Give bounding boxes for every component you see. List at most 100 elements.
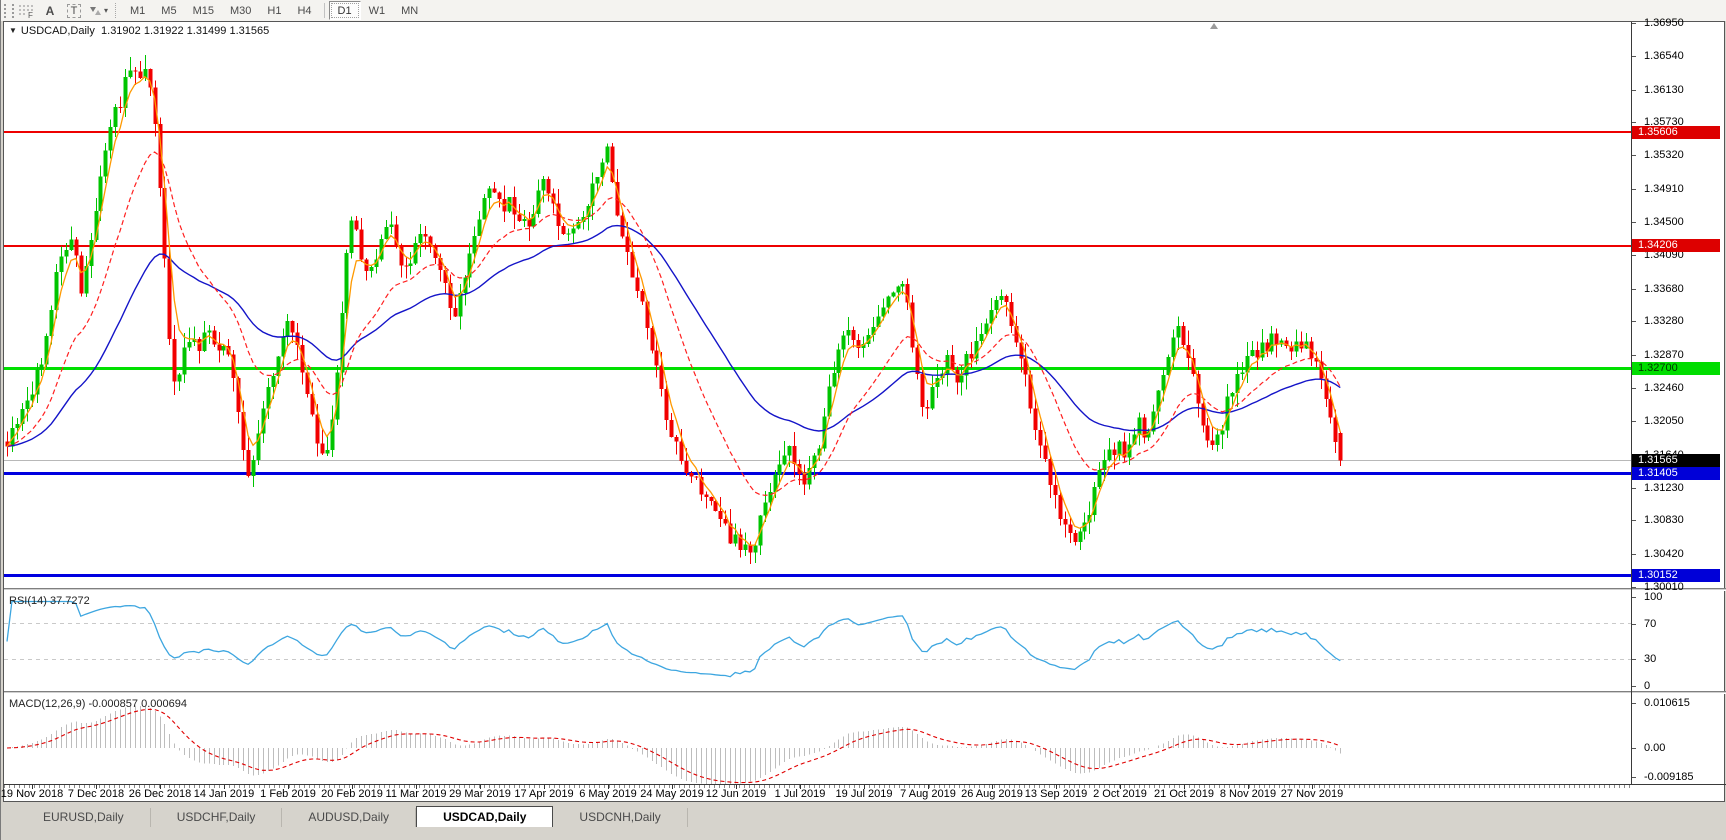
price-tick-mark bbox=[1632, 56, 1636, 58]
price-tick-label: 1.34500 bbox=[1644, 216, 1684, 229]
candle-body bbox=[605, 146, 610, 163]
chevron-down-icon: ▾ bbox=[103, 6, 108, 15]
price-tick-mark bbox=[1632, 155, 1636, 157]
candle-body bbox=[118, 106, 123, 108]
candle-body bbox=[458, 293, 463, 317]
price-tick-mark bbox=[1632, 587, 1636, 588]
candle-body bbox=[1117, 441, 1122, 456]
candle-body bbox=[787, 446, 792, 456]
fibonacci-icon[interactable]: F bbox=[15, 2, 37, 19]
candle-body bbox=[571, 228, 576, 234]
timeframe-h4[interactable]: H4 bbox=[289, 2, 319, 19]
label-icon[interactable]: T bbox=[63, 2, 85, 19]
rsi-tick-label: 70 bbox=[1644, 617, 1657, 630]
arrows-icon[interactable]: ▾ bbox=[87, 2, 109, 19]
candle-body bbox=[1181, 326, 1186, 345]
candle-body bbox=[325, 449, 330, 454]
macd-pane[interactable] bbox=[4, 694, 1631, 785]
macd-tick-mark bbox=[1632, 703, 1636, 704]
candle-body bbox=[1176, 326, 1181, 338]
candle-body bbox=[546, 178, 551, 194]
candle-body bbox=[566, 233, 571, 235]
price-tick-label: 1.30830 bbox=[1644, 514, 1684, 527]
candle-body bbox=[1269, 333, 1274, 352]
candle-body bbox=[177, 374, 182, 382]
pane-divider-rsi[interactable] bbox=[4, 588, 1726, 591]
chart-ohlc: 1.31902 1.31922 1.31499 1.31565 bbox=[101, 25, 270, 37]
candle-body bbox=[59, 256, 64, 272]
candle-body bbox=[74, 239, 79, 256]
timeframe-m15[interactable]: M15 bbox=[185, 2, 222, 19]
date-tick-label: 8 Nov 2019 bbox=[1219, 788, 1277, 800]
candle-body bbox=[1230, 393, 1235, 397]
price-tick-mark bbox=[1632, 23, 1636, 24]
timeframe-m5[interactable]: M5 bbox=[153, 2, 184, 19]
candle-body bbox=[846, 329, 851, 336]
date-tick-label: 1 Jul 2019 bbox=[774, 788, 826, 800]
rsi-pane[interactable] bbox=[4, 591, 1631, 691]
date-tick-label: 19 Nov 2018 bbox=[0, 788, 64, 800]
candle-body bbox=[704, 494, 709, 498]
price-tick-mark bbox=[1632, 321, 1636, 323]
price-tick-mark bbox=[1632, 387, 1636, 389]
price-tick-mark bbox=[1632, 255, 1636, 257]
toolbar-grip[interactable] bbox=[4, 3, 14, 18]
candle-body bbox=[1215, 434, 1220, 445]
candle-body bbox=[477, 219, 482, 236]
candle-body bbox=[133, 70, 138, 72]
timeframe-h1[interactable]: H1 bbox=[259, 2, 289, 19]
candle-body bbox=[202, 332, 207, 352]
timeframe-m1[interactable]: M1 bbox=[122, 2, 153, 19]
candle-body bbox=[654, 350, 659, 366]
candle-body bbox=[492, 188, 497, 193]
rsi-tick-mark bbox=[1632, 659, 1636, 661]
candle-body bbox=[172, 339, 177, 382]
date-tick-label: 20 Feb 2019 bbox=[321, 788, 383, 800]
price-pane[interactable] bbox=[4, 22, 1631, 588]
candle-body bbox=[1038, 430, 1043, 446]
date-tick-label: 14 Jan 2019 bbox=[193, 788, 255, 800]
candle-body bbox=[1073, 533, 1078, 543]
macd-indicator-label: MACD(12,26,9) -0.000857 0.000694 bbox=[9, 698, 187, 710]
candle-body bbox=[763, 502, 768, 516]
candle-body bbox=[1220, 430, 1225, 435]
rsi-tick-mark bbox=[1632, 686, 1636, 687]
chart-shift-marker[interactable] bbox=[1210, 23, 1218, 29]
date-tick-label: 7 Aug 2019 bbox=[900, 788, 956, 800]
date-tick-label: 2 Oct 2019 bbox=[1093, 788, 1147, 800]
date-tick-label: 11 Mar 2019 bbox=[385, 788, 447, 800]
rsi-line bbox=[6, 600, 1341, 678]
tab-usdcad[interactable]: USDCAD,Daily bbox=[416, 806, 554, 827]
candle-body bbox=[246, 450, 251, 476]
pane-divider-macd[interactable] bbox=[4, 691, 1726, 694]
candle-body bbox=[694, 476, 699, 478]
timeframe-mn[interactable]: MN bbox=[393, 2, 426, 19]
tab-eurusd[interactable]: EURUSD,Daily bbox=[17, 808, 151, 827]
candle-body bbox=[113, 106, 118, 127]
timeframe-w1[interactable]: W1 bbox=[361, 2, 394, 19]
timeframe-d1[interactable]: D1 bbox=[328, 1, 361, 20]
tab-audusd[interactable]: AUDUSD,Daily bbox=[282, 808, 417, 827]
chevron-down-icon[interactable]: ▼ bbox=[9, 26, 17, 35]
date-tick-label: 6 May 2019 bbox=[579, 788, 637, 800]
text-icon[interactable]: A bbox=[39, 2, 61, 19]
arrows-icon-glyph bbox=[89, 7, 101, 15]
tab-usdchf[interactable]: USDCHF,Daily bbox=[151, 808, 283, 827]
ma-mid-line bbox=[6, 151, 1341, 496]
candle-body bbox=[187, 341, 192, 348]
candle-body bbox=[1048, 458, 1053, 485]
candle-body bbox=[969, 353, 974, 359]
candle-body bbox=[1112, 449, 1117, 456]
price-tick-mark bbox=[1632, 188, 1636, 190]
candle-body bbox=[39, 364, 44, 370]
candle-body bbox=[251, 459, 256, 476]
candle-body bbox=[369, 266, 374, 271]
candle-body bbox=[359, 229, 364, 260]
tab-usdcnh[interactable]: USDCNH,Daily bbox=[553, 808, 688, 827]
rsi-tick-mark bbox=[1632, 623, 1636, 625]
candle-body bbox=[1274, 333, 1279, 345]
candle-body bbox=[645, 301, 650, 329]
timeframe-m30[interactable]: M30 bbox=[222, 2, 259, 19]
candle-body bbox=[79, 255, 84, 294]
price-tick-mark bbox=[1632, 421, 1636, 423]
